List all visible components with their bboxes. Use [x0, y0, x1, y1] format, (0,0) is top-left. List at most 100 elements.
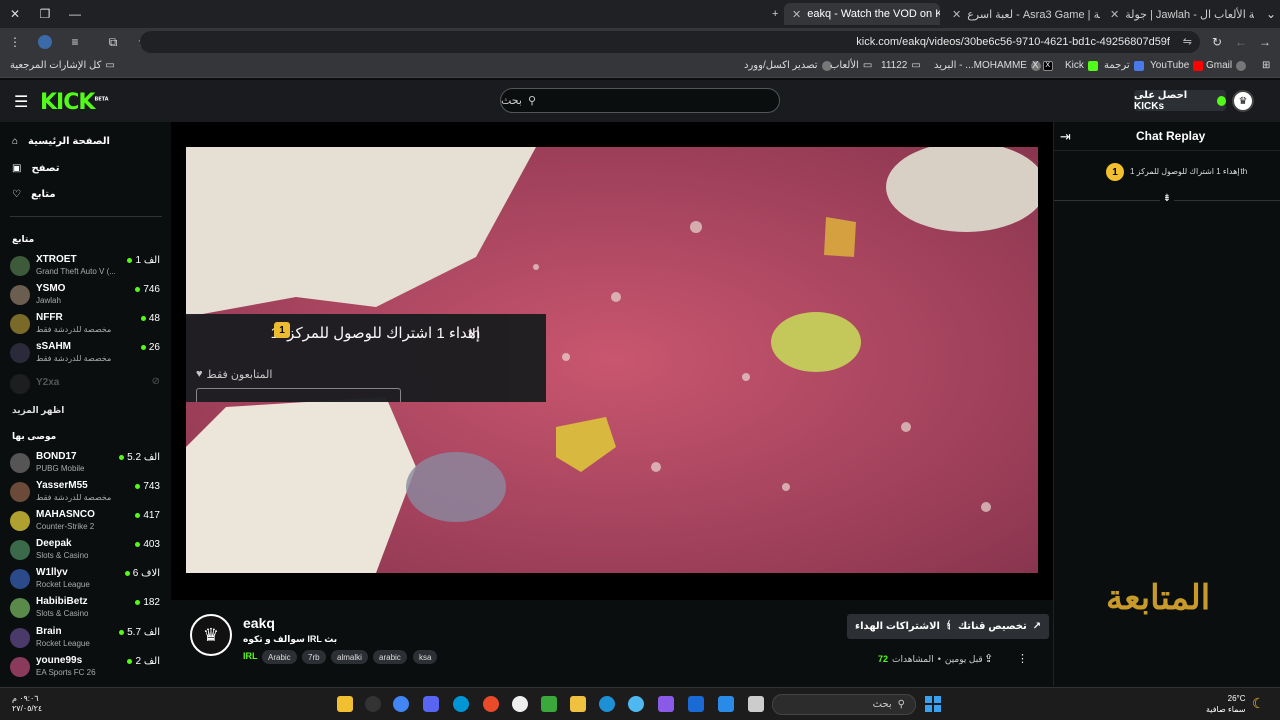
viewer-count: 5.2 الف	[119, 452, 160, 463]
channel-item[interactable]: Brain Rocket League 5.7 الف	[10, 624, 162, 652]
scroll-to-bottom-icon[interactable]: ⇟	[1160, 193, 1174, 207]
reading-list-icon[interactable]: ≡	[60, 28, 90, 56]
taskbar-search[interactable]: بحث ⚲	[772, 694, 916, 715]
bookmark-youtube[interactable]: YouTube	[1150, 60, 1204, 71]
get-kicks-button[interactable]: احصل على KICKs	[1134, 90, 1226, 112]
more-options-icon[interactable]: ⋮	[1017, 652, 1028, 665]
channel-item[interactable]: BOND17 PUBG Mobile 5.2 الف	[10, 449, 162, 477]
apps-grid-icon[interactable]: ⊞	[1262, 60, 1270, 71]
channel-avatar[interactable]: ♛	[190, 614, 232, 656]
avatar	[10, 285, 30, 305]
outlook-icon[interactable]	[688, 696, 704, 712]
close-window-icon[interactable]: ✕	[0, 0, 30, 28]
share-icon[interactable]: ⇪	[984, 652, 993, 665]
file-explorer-icon[interactable]	[570, 696, 586, 712]
edge-icon[interactable]	[599, 696, 615, 712]
search-icon: ⚲	[897, 699, 905, 710]
bookmark-export[interactable]: تصدير اكسل/وورد	[744, 60, 832, 71]
profile-avatar-icon[interactable]	[30, 28, 60, 56]
tag-chip[interactable]: almalki	[331, 650, 368, 664]
url-field[interactable]: kick.com/eakq/videos/30be6c56-9710-4621-…	[140, 31, 1200, 53]
extensions-icon[interactable]: ⧉	[98, 28, 128, 56]
channel-item[interactable]: Deepak Slots & Casino 403	[10, 536, 162, 564]
discord-icon[interactable]	[423, 696, 439, 712]
store-icon[interactable]	[718, 696, 734, 712]
restore-window-icon[interactable]: ❐	[30, 0, 60, 28]
user-avatar[interactable]: ♛	[1232, 90, 1254, 112]
excel-icon[interactable]	[541, 696, 557, 712]
channel-item[interactable]: MAHASNCO Counter-Strike 2 417	[10, 507, 162, 535]
avatar	[10, 453, 30, 473]
chrome-icon[interactable]	[393, 696, 409, 712]
channel-name: YSMO	[36, 283, 66, 294]
channel-item[interactable]: YasserM55 مخصصة للدردشة فقط 743	[10, 478, 162, 506]
channel-item[interactable]: XTROET Grand Theft Auto V (... 1 الف	[10, 252, 162, 280]
bookmark-kick[interactable]: Kick	[1065, 60, 1098, 71]
chat-message-text: إهداء 1 اشتراك للوصول للمركز 1	[1130, 167, 1240, 176]
bookmark-all[interactable]: كل الإشارات المرجعية ▭	[10, 60, 115, 71]
followers-only-row: ♥ المتابعون فقط	[196, 368, 272, 381]
nav-browse[interactable]: ▣ تصفح	[12, 163, 59, 174]
customize-channel-button[interactable]: تخصيص قناتك ↗	[950, 614, 1050, 639]
app-icon[interactable]	[483, 696, 499, 712]
bookmark-x[interactable]: X X	[1032, 60, 1053, 71]
bookmark-mail[interactable]: البريد - ...MOHAMME	[934, 60, 1041, 71]
tab-jawlah[interactable]: ✕ جولة | Jawlah - منصة الألعاب ال... جول…	[1102, 3, 1254, 25]
copilot-icon[interactable]	[658, 696, 674, 712]
bookmark-translate[interactable]: ترجمة	[1104, 60, 1144, 71]
bookmark-games[interactable]: الألعاب ▭	[830, 60, 872, 71]
chat-input-field[interactable]	[196, 388, 401, 402]
tag-chip[interactable]: arabic	[373, 650, 407, 664]
avatar	[10, 657, 30, 677]
kick-logo[interactable]: KICKBETA	[40, 90, 109, 115]
channel-item[interactable]: HabibiBetz Slots & Casino 182	[10, 594, 162, 622]
hp-icon[interactable]	[453, 696, 469, 712]
channel-item[interactable]: YSMO Jawlah 746	[10, 281, 162, 309]
clock[interactable]: ٠٩:٠٦ م ٢٧/٠٥/٢٤	[12, 694, 42, 714]
bookmark-label: Kick	[1065, 60, 1084, 71]
new-tab-button[interactable]: +	[764, 3, 784, 25]
windows-start-icon[interactable]	[925, 696, 941, 712]
channel-item[interactable]: youne99s EA Sports FC 26 2 الف	[10, 653, 162, 681]
site-settings-icon[interactable]: ⇋	[1183, 35, 1192, 48]
collapse-chat-icon[interactable]: ⇥	[1060, 129, 1071, 145]
rank-badge: 1	[274, 322, 290, 338]
steam-icon[interactable]	[512, 696, 528, 712]
channel-name: W1llyv	[36, 567, 68, 578]
menu-dots-icon[interactable]: ⋮	[0, 28, 30, 56]
rank-badge: 1	[1106, 163, 1124, 181]
tab-asra3[interactable]: ✕ لعبة اسرع - Asra3 Game | جولة جولة	[944, 3, 1100, 25]
channel-item[interactable]: sSAHM مخصصة للدردشة فقط 26	[10, 339, 162, 367]
search-input[interactable]: ⚲ بحث	[500, 88, 780, 113]
sticky-notes-icon[interactable]	[337, 696, 353, 712]
back-icon[interactable]: →	[1250, 28, 1280, 56]
weather-widget[interactable]: 26°C سماء صافية	[1206, 693, 1246, 715]
tag-chip[interactable]: 7rb	[302, 650, 326, 664]
tab-close-icon[interactable]: ✕	[792, 8, 801, 21]
category-link[interactable]: IRL	[243, 651, 258, 661]
browser-tab-bar: ✕ ❐ — + ✕ eakq - Watch the VOD on Kick K…	[0, 0, 1280, 28]
minimize-window-icon[interactable]: —	[60, 0, 90, 28]
channel-item[interactable]: W1llyv Rocket League 6 الاف	[10, 565, 162, 593]
davinci-icon[interactable]	[365, 696, 381, 712]
tab-close-icon[interactable]: ✕	[952, 8, 961, 21]
help-icon[interactable]	[628, 696, 644, 712]
nav-home[interactable]: ⌂ الصفحة الرئيسية	[12, 136, 110, 147]
gift-subs-button[interactable]: الاشتراكات الهداء 🎁︎	[847, 614, 967, 639]
time-ago: قبل يومين	[944, 654, 983, 664]
bookmark-gmail[interactable]: Gmail	[1206, 60, 1247, 71]
tag-chip[interactable]: Arabic	[262, 650, 297, 664]
tag-chip[interactable]: ksa	[413, 650, 438, 664]
tab-kick-vod[interactable]: ✕ eakq - Watch the VOD on Kick K	[784, 3, 940, 25]
tab-close-icon[interactable]: ✕	[1110, 8, 1119, 21]
tab-search-icon[interactable]: ⌄	[1256, 0, 1280, 28]
channel-item-offline[interactable]: Y2xa ⊘	[10, 370, 162, 398]
channel-name[interactable]: eakq	[243, 615, 275, 631]
bookmark-11122[interactable]: 11122 ▭	[881, 60, 921, 71]
hamburger-menu-icon[interactable]: ☰	[14, 92, 28, 112]
show-more-link[interactable]: اظهر المزيد	[12, 405, 64, 416]
app-icon[interactable]	[748, 696, 764, 712]
viewer-count-text: 403	[143, 539, 160, 550]
channel-item[interactable]: NFFR مخصصة للدردشة فقط 48	[10, 310, 162, 338]
nav-following[interactable]: ♡ متابع	[12, 189, 56, 200]
